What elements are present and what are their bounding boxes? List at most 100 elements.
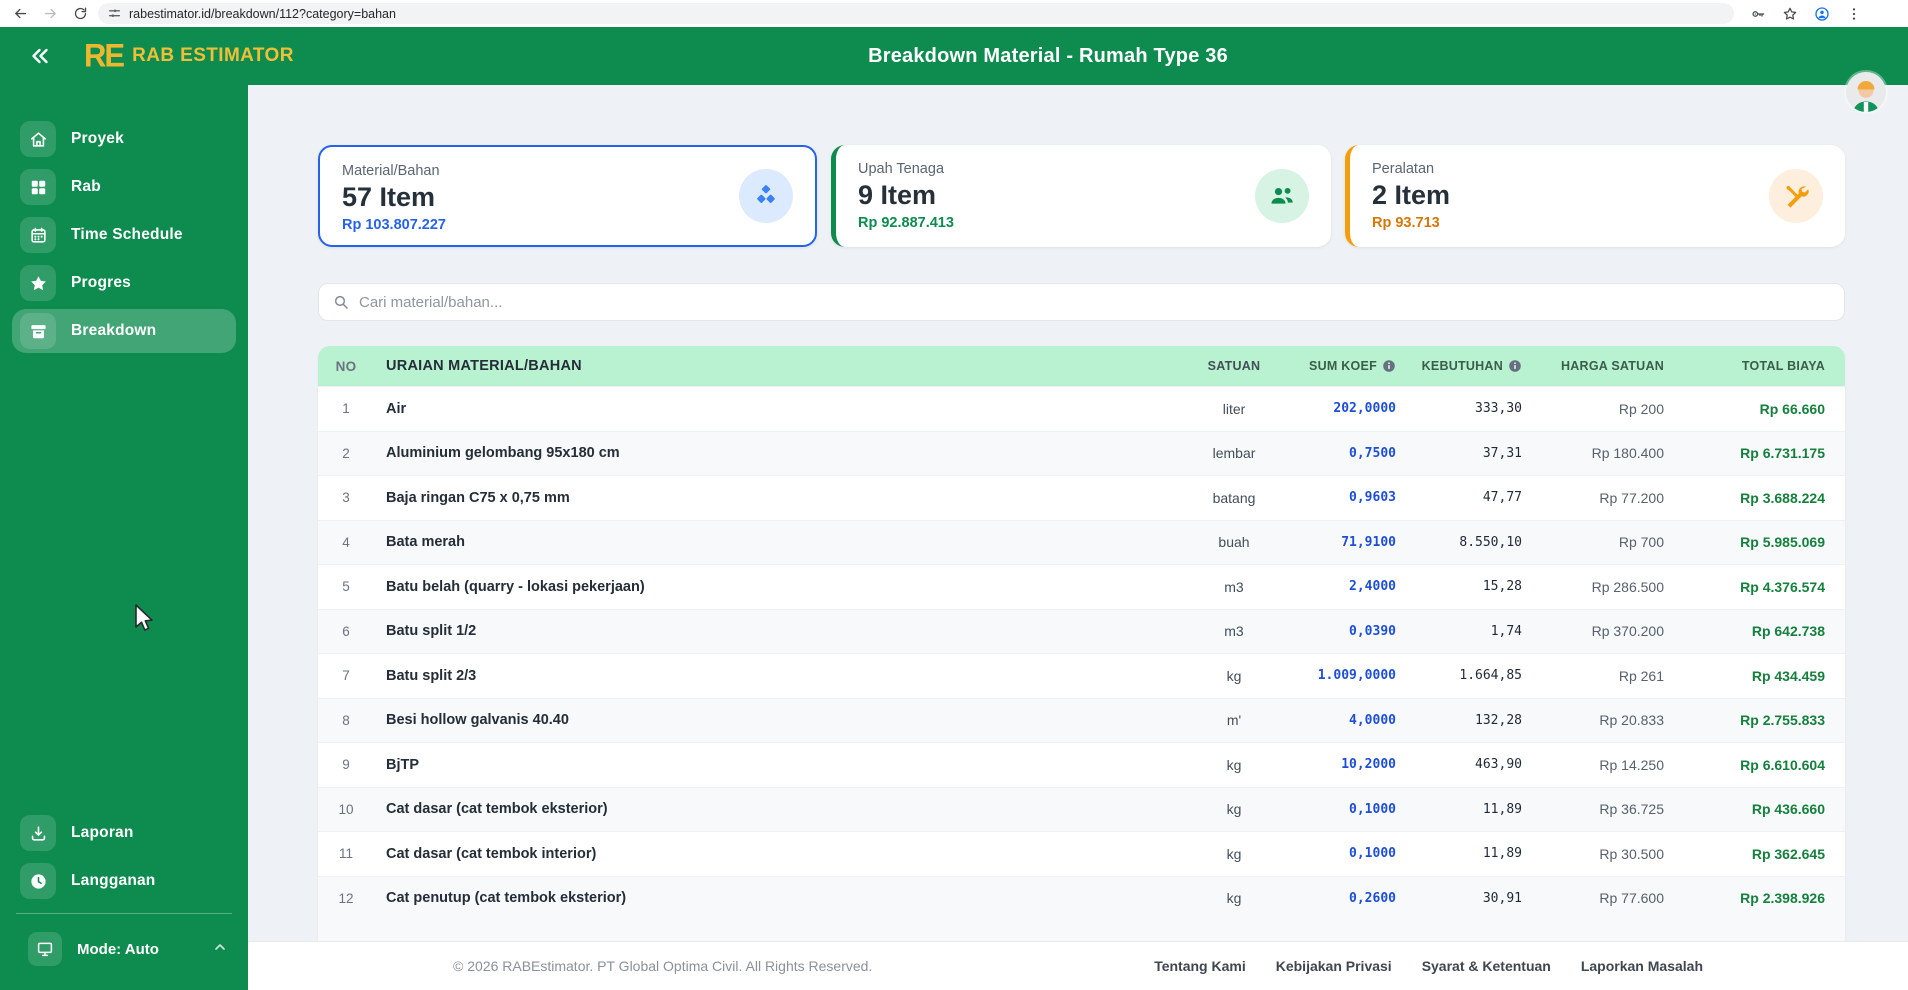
card-count: 2 Item (1372, 180, 1451, 210)
copyright-text: © 2026 RABEstimator. PT Global Optima Ci… (453, 958, 873, 974)
cell-sum-koef: 0,2600 (1349, 890, 1396, 906)
material-table: NO URAIAN MATERIAL/BAHAN SATUAN SUM KOEF… (318, 346, 1845, 942)
page-title: Breakdown Material - Rumah Type 36 (868, 44, 1228, 67)
cell-kebutuhan: 11,89 (1482, 801, 1522, 817)
calendar-icon (20, 217, 56, 253)
summary-cards: Material/Bahan 57 Item Rp 103.807.227 Up… (318, 145, 1845, 247)
table-row[interactable]: 5 Batu belah (quarry - lokasi pekerjaan) m… (318, 564, 1845, 609)
cell-satuan: kg (1226, 667, 1242, 684)
main-content: Material/Bahan 57 Item Rp 103.807.227 Up… (248, 85, 1908, 990)
user-avatar[interactable] (1846, 72, 1886, 112)
footer-link-tentang-kami[interactable]: Tentang Kami (1154, 958, 1246, 974)
info-icon[interactable] (1382, 359, 1396, 373)
table-row[interactable]: 10 Cat dasar (cat tembok eksterior) kg 0,10… (318, 786, 1845, 831)
cell-sum-koef: 0,9603 (1349, 490, 1396, 506)
footer-link-kebijakan-privasi[interactable]: Kebijakan Privasi (1276, 958, 1392, 974)
sidebar-divider (16, 913, 232, 914)
cell-sum-koef: 0,0390 (1349, 623, 1396, 639)
cell-uraian: Baja ringan C75 x 0,75 mm (386, 489, 570, 506)
cell-uraian: Batu split 2/3 (386, 667, 477, 684)
cell-kebutuhan: 11,89 (1482, 846, 1522, 862)
password-key-icon[interactable] (1746, 2, 1770, 26)
search-input[interactable] (359, 293, 1830, 311)
address-bar[interactable]: rabestimator.id/breakdown/112?category=b… (98, 3, 1734, 24)
sidebar-item-label: Time Schedule (71, 226, 183, 243)
table-row-partial (318, 920, 1845, 942)
browser-reload-icon[interactable] (68, 2, 92, 26)
table-row[interactable]: 8 Besi hollow galvanis 40.40 m' 4,0000 132,2… (318, 697, 1845, 742)
mode-toggle[interactable]: Mode: Auto (12, 926, 236, 972)
sidebar-collapse-button[interactable] (24, 41, 56, 71)
cubes-icon (739, 169, 793, 223)
footer-link-laporkan-masalah[interactable]: Laporkan Masalah (1581, 958, 1703, 974)
cell-total-biaya: Rp 4.376.574 (1740, 578, 1825, 595)
grid-icon (20, 169, 56, 205)
site-settings-icon[interactable] (108, 7, 121, 20)
table-row[interactable]: 7 Batu split 2/3 kg 1.009,0000 1.664,85 Rp 26… (318, 653, 1845, 698)
table-row[interactable]: 6 Batu split 1/2 m3 0,0390 1,74 Rp 370.200 Rp … (318, 608, 1845, 653)
table-row[interactable]: 12 Cat penutup (cat tembok eksterior) kg 0,… (318, 875, 1845, 920)
cell-total-biaya: Rp 6.731.175 (1740, 445, 1825, 462)
bookmark-star-icon[interactable] (1778, 2, 1802, 26)
table-row[interactable]: 9 BjTP kg 10,2000 463,90 Rp 14.250 Rp 6.610.60… (318, 742, 1845, 787)
sidebar-item-laporan[interactable]: Laporan (12, 811, 236, 855)
table-row[interactable]: 11 Cat dasar (cat tembok interior) kg 0,100… (318, 831, 1845, 876)
browser-back-icon[interactable] (8, 2, 32, 26)
table-row[interactable]: 3 Baja ringan C75 x 0,75 mm batang 0,9603 47… (318, 475, 1845, 520)
table-row[interactable]: 4 Bata merah buah 71,9100 8.550,10 Rp 700 Rp 5… (318, 519, 1845, 564)
browser-profile-icon[interactable] (1810, 2, 1834, 26)
cell-kebutuhan: 47,77 (1482, 490, 1522, 506)
cell-sum-koef: 4,0000 (1349, 712, 1396, 728)
download-icon (20, 815, 56, 851)
column-header-label: HARGA SATUAN (1561, 359, 1664, 373)
table-header: NO URAIAN MATERIAL/BAHAN SATUAN SUM KOEF… (318, 346, 1845, 386)
cell-satuan: kg (1226, 801, 1242, 818)
sidebar-item-label: Breakdown (71, 322, 157, 339)
cell-total-biaya: Rp 2.755.833 (1740, 712, 1825, 729)
sidebar-bottom: Laporan Langganan Mode: Auto (12, 811, 236, 972)
browser-menu-dots-icon[interactable] (1842, 2, 1866, 26)
sidebar-item-breakdown[interactable]: Breakdown (12, 309, 236, 353)
footer-link-syarat-ketentuan[interactable]: Syarat & Ketentuan (1422, 958, 1551, 974)
cell-satuan: batang (1212, 489, 1256, 506)
sidebar-item-proyek[interactable]: Proyek (12, 117, 236, 161)
cell-sum-koef: 10,2000 (1341, 757, 1396, 773)
cell-sum-koef: 0,1000 (1349, 846, 1396, 862)
column-header-label: SUM KOEF (1309, 359, 1377, 373)
cell-no: 11 (338, 846, 353, 862)
footer: © 2026 RABEstimator. PT Global Optima Ci… (248, 941, 1908, 990)
cell-total-biaya: Rp 3.688.224 (1740, 489, 1825, 506)
cell-uraian: Besi hollow galvanis 40.40 (386, 712, 569, 729)
sidebar-item-label: Rab (71, 178, 101, 195)
cell-sum-koef: 2,4000 (1349, 579, 1396, 595)
sidebar-item-progres[interactable]: Progres (12, 261, 236, 305)
table-row[interactable]: 1 Air liter 202,0000 333,30 Rp 200 Rp 66.660 (318, 386, 1845, 431)
cell-total-biaya: Rp 66.660 (1759, 400, 1825, 417)
cell-uraian: Batu belah (quarry - lokasi pekerjaan) (386, 578, 645, 595)
cell-no: 2 (342, 445, 350, 461)
cell-harga-satuan: Rp 20.833 (1599, 712, 1664, 729)
sidebar-item-time-schedule[interactable]: Time Schedule (12, 213, 236, 257)
column-header-satuan: SATUAN (1207, 359, 1261, 373)
cell-satuan: m3 (1224, 578, 1244, 595)
browser-forward-icon[interactable] (38, 2, 62, 26)
card-upah-tenaga[interactable]: Upah Tenaga 9 Item Rp 92.887.413 (831, 145, 1331, 247)
sidebar-item-rab[interactable]: Rab (12, 165, 236, 209)
card-peralatan[interactable]: Peralatan 2 Item Rp 93.713 (1345, 145, 1845, 247)
cell-sum-koef: 0,7500 (1349, 445, 1396, 461)
card-material-bahan[interactable]: Material/Bahan 57 Item Rp 103.807.227 (318, 145, 817, 247)
info-icon[interactable] (1508, 359, 1522, 373)
cell-satuan: kg (1226, 845, 1242, 862)
cell-total-biaya: Rp 642.738 (1751, 623, 1825, 640)
cell-uraian: Cat dasar (cat tembok interior) (386, 845, 597, 862)
column-header-label: KEBUTUHAN (1421, 359, 1503, 373)
sidebar-item-label: Progres (71, 274, 131, 291)
sidebar-item-langganan[interactable]: Langganan (12, 859, 236, 903)
cell-no: 1 (342, 401, 350, 417)
table-row[interactable]: 2 Aluminium gelombang 95x180 cm lembar 0,75… (318, 430, 1845, 475)
card-label: Peralatan (1372, 161, 1435, 177)
cell-sum-koef: 1.009,0000 (1317, 668, 1396, 684)
cell-harga-satuan: Rp 36.725 (1599, 801, 1664, 818)
cell-harga-satuan: Rp 261 (1618, 667, 1664, 684)
screen: rabestimator.id/breakdown/112?category=b… (0, 0, 1908, 990)
